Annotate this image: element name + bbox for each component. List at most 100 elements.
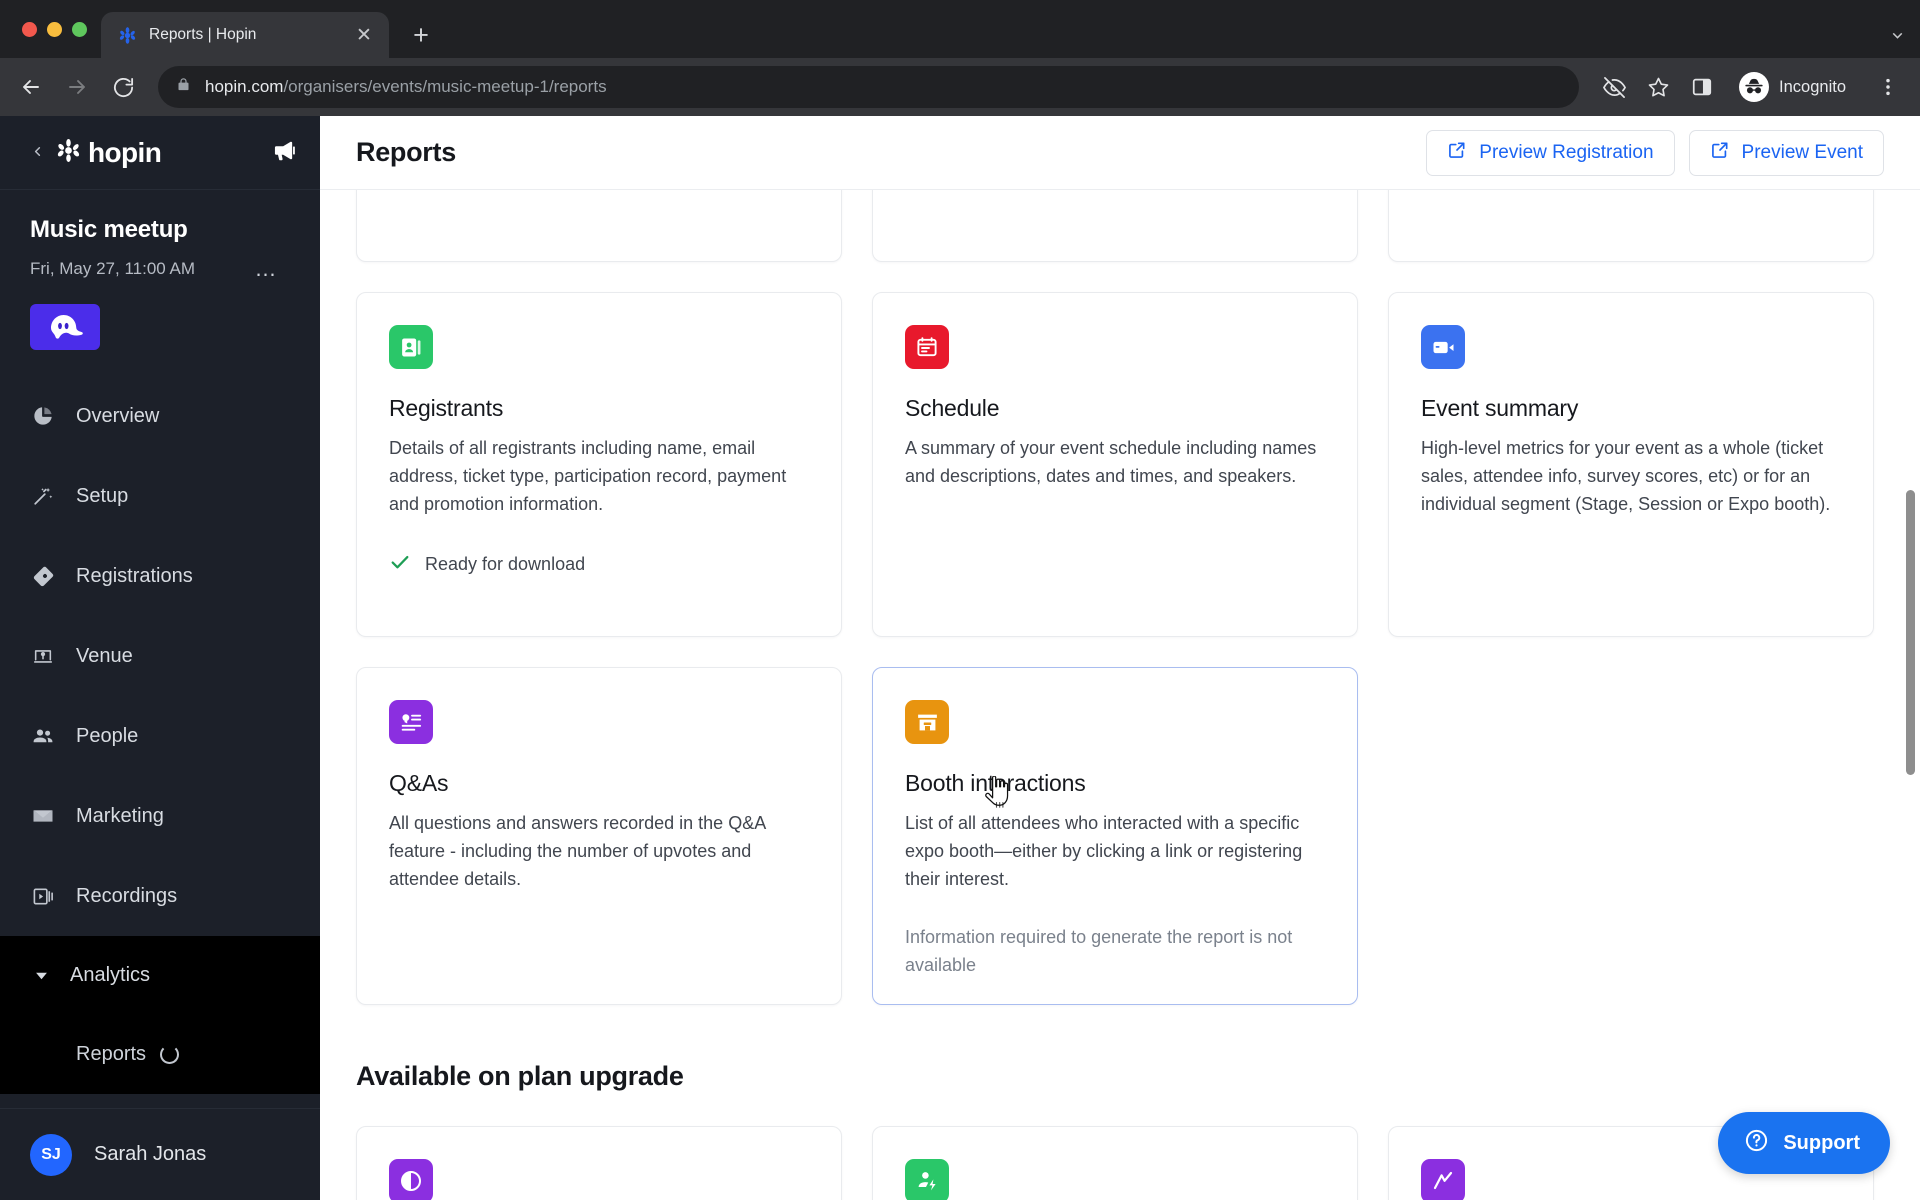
maximize-window-button[interactable]	[72, 21, 87, 37]
ellipsis-icon[interactable]: …	[255, 258, 291, 280]
card-title: Registrants	[389, 395, 504, 421]
check-icon	[389, 551, 411, 578]
card-note: Information required to generate the rep…	[905, 926, 1293, 975]
user-name: Sarah Jonas	[94, 1143, 207, 1165]
people-icon	[30, 724, 56, 748]
brand-name: hopin	[88, 136, 162, 168]
scrollbar-thumb[interactable]	[1906, 490, 1915, 775]
app-root: hopin Music meetup Fri, May 27, 11:00 AM…	[0, 116, 1920, 1200]
sidebar-group-analytics: Analytics Reports	[0, 936, 320, 1094]
magic-wand-icon	[30, 485, 56, 507]
lock-icon	[176, 77, 191, 97]
report-card-qas[interactable]: Q&As All questions and answers recorded …	[356, 667, 842, 1005]
caret-down-icon	[30, 969, 52, 982]
minimize-window-button[interactable]	[47, 21, 62, 37]
upgrade-grid	[320, 1126, 1920, 1200]
sidebar-item-marketing[interactable]: Marketing	[0, 776, 320, 856]
browser-tab[interactable]: Reports | Hopin ✕	[101, 12, 389, 58]
sidebar-item-venue[interactable]: Venue	[0, 616, 320, 696]
sidebar-user[interactable]: SJ Sarah Jonas	[0, 1108, 320, 1200]
card-status: Ready for download	[389, 551, 809, 578]
report-card-booth-interactions[interactable]: Booth interactions List of all attendees…	[872, 667, 1358, 1005]
report-card-partial[interactable]	[872, 190, 1358, 262]
upgrade-section-title: Available on plan upgrade	[356, 1061, 684, 1091]
sidebar-item-label: Registrations	[76, 564, 193, 587]
card-status-label: Ready for download	[425, 553, 586, 574]
reports-scroll-area[interactable]: Registrants Details of all registrants i…	[320, 190, 1920, 1200]
sidebar-item-label: Overview	[76, 404, 160, 427]
sidebar-item-label: People	[76, 724, 139, 747]
card-title: Schedule	[905, 395, 1000, 421]
url-domain: hopin.com	[205, 77, 284, 96]
ghost-avatar[interactable]	[30, 304, 100, 350]
incognito-icon	[1739, 72, 1770, 102]
arrow-right-icon[interactable]	[56, 66, 98, 108]
spinner-icon	[160, 1044, 180, 1064]
hopin-logo[interactable]: hopin	[55, 136, 162, 169]
sidebar-subitem-label: Reports	[76, 1042, 147, 1065]
eye-off-icon[interactable]	[1593, 66, 1635, 108]
reload-icon[interactable]	[102, 66, 144, 108]
main-content: Reports Preview Registration Preview Eve…	[320, 116, 1920, 1200]
profile-chip[interactable]: Incognito	[1733, 68, 1862, 106]
preview-registration-button[interactable]: Preview Registration	[1426, 129, 1675, 176]
upgrade-card-1[interactable]	[356, 1126, 842, 1200]
sidebar-item-reports[interactable]: Reports	[0, 1014, 320, 1094]
plus-icon[interactable]: +	[401, 15, 441, 55]
sidebar-nav: Overview Setup Registrations Venue Peopl…	[0, 376, 320, 1094]
omnibox-toolbar: hopin.com/organisers/events/music-meetup…	[0, 58, 1920, 116]
preview-event-label: Preview Event	[1741, 141, 1863, 163]
sidebar-item-overview[interactable]: Overview	[0, 376, 320, 456]
report-card-schedule[interactable]: Schedule A summary of your event schedul…	[872, 292, 1358, 637]
page-header: Reports Preview Registration Preview Eve…	[320, 116, 1920, 190]
grid-empty-cell	[1388, 667, 1874, 1005]
star-icon[interactable]	[1637, 66, 1679, 108]
side-panel-icon[interactable]	[1681, 66, 1723, 108]
sidebar-item-people[interactable]: People	[0, 696, 320, 776]
reports-grid-row-2: Registrants Details of all registrants i…	[320, 292, 1920, 637]
omnibox-actions: Incognito	[1593, 66, 1908, 108]
sidebar-event-block: Music meetup Fri, May 27, 11:00 AM …	[0, 190, 320, 350]
report-card-partial[interactable]	[1388, 190, 1874, 262]
reports-grid-row-cut	[320, 190, 1920, 262]
report-card-event-summary[interactable]: Event summary High-level metrics for you…	[1388, 292, 1874, 637]
support-button[interactable]: Support	[1718, 1112, 1890, 1174]
arrow-left-icon[interactable]	[10, 66, 52, 108]
calendar-icon	[905, 325, 949, 369]
attendee-activity-icon	[905, 1159, 949, 1200]
report-card-registrants[interactable]: Registrants Details of all registrants i…	[356, 292, 842, 637]
window-controls	[14, 0, 101, 58]
url-text: hopin.com/organisers/events/music-meetup…	[205, 77, 607, 97]
preview-registration-label: Preview Registration	[1479, 141, 1654, 163]
card-description: A summary of your event schedule includi…	[905, 438, 1317, 486]
kebab-menu-icon[interactable]	[1868, 67, 1908, 107]
scrollbar-track[interactable]	[1902, 190, 1920, 1200]
sidebar-header: hopin	[0, 116, 320, 190]
preview-event-button[interactable]: Preview Event	[1688, 129, 1884, 176]
card-title: Booth interactions	[905, 770, 1086, 796]
browser-chrome: Reports | Hopin ✕ + hopin.com/organisers…	[0, 0, 1920, 116]
map-pin-icon	[30, 645, 56, 667]
question-circle-icon	[1744, 1128, 1769, 1159]
external-link-icon	[1710, 140, 1730, 166]
chevron-left-icon[interactable]	[30, 144, 45, 162]
address-bar[interactable]: hopin.com/organisers/events/music-meetup…	[158, 66, 1580, 108]
card-description: List of all attendees who interacted wit…	[905, 813, 1303, 889]
external-link-icon	[1447, 140, 1467, 166]
tab-strip: Reports | Hopin ✕ +	[0, 0, 1920, 58]
sidebar-item-recordings[interactable]: Recordings	[0, 856, 320, 936]
hopin-logo-icon	[55, 137, 82, 169]
pie-chart-icon	[30, 405, 56, 427]
sidebar-item-registrations[interactable]: Registrations	[0, 536, 320, 616]
qa-list-icon	[389, 700, 433, 744]
sidebar-group-toggle-analytics[interactable]: Analytics	[0, 936, 320, 1014]
chevron-down-icon[interactable]	[1874, 12, 1920, 58]
envelope-icon	[30, 804, 56, 828]
upgrade-card-2[interactable]	[872, 1126, 1358, 1200]
close-icon[interactable]: ✕	[351, 22, 377, 48]
report-card-partial[interactable]	[356, 190, 842, 262]
avatar: SJ	[30, 1133, 72, 1176]
megaphone-icon[interactable]	[271, 137, 298, 169]
close-window-button[interactable]	[22, 21, 37, 37]
sidebar-item-setup[interactable]: Setup	[0, 456, 320, 536]
